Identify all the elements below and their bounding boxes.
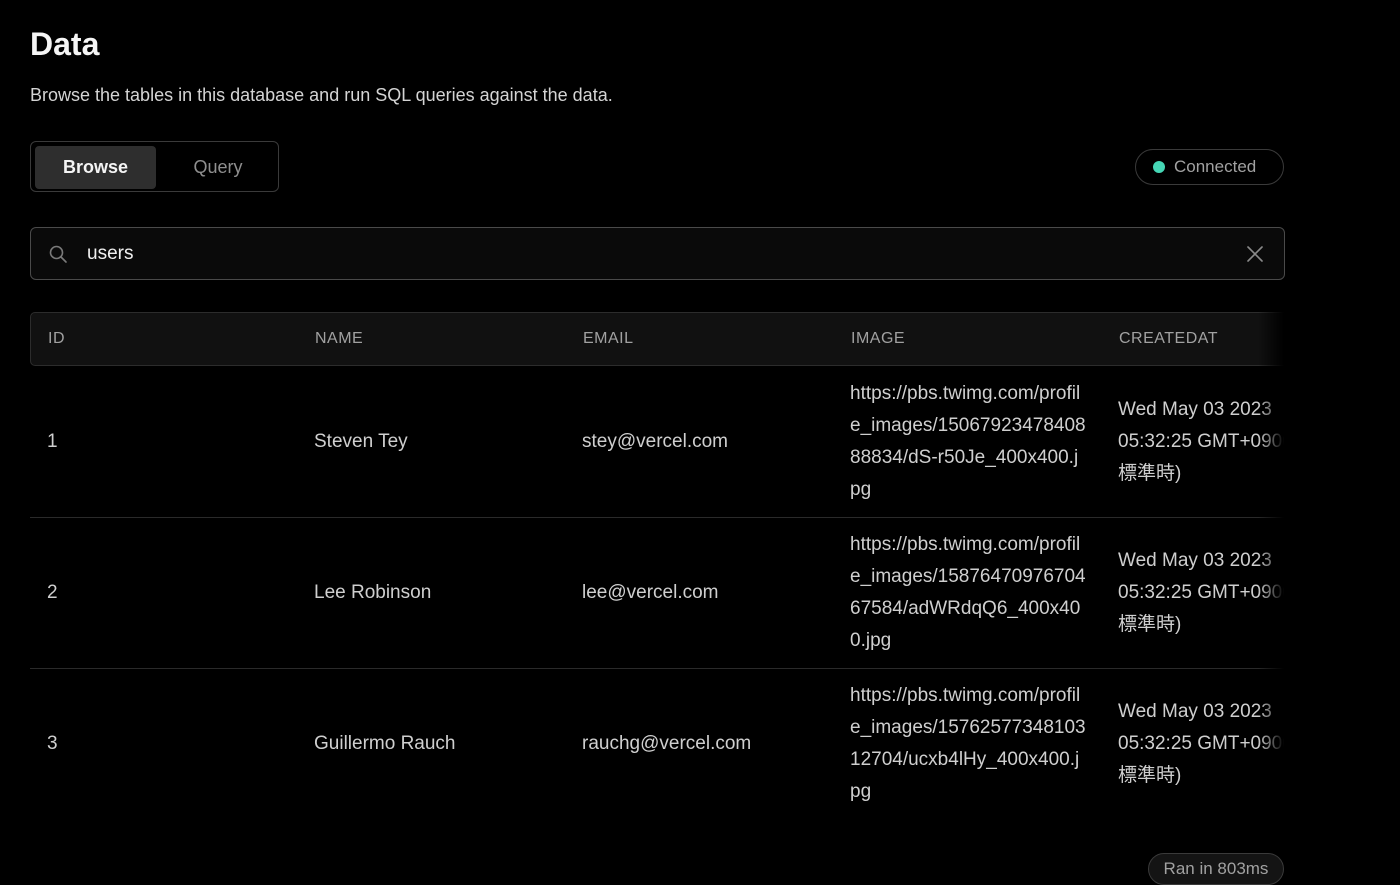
- column-header-name[interactable]: NAME: [315, 313, 363, 365]
- cell-id: 1: [47, 430, 58, 452]
- page-subtitle: Browse the tables in this database and r…: [30, 85, 613, 105]
- cell-image: https://pbs.twimg.com/profile_images/158…: [850, 533, 1086, 651]
- cell-email: rauchg@vercel.com: [582, 732, 752, 754]
- data-table: ID NAME EMAIL IMAGE CREATEDAT 1 Steven T…: [30, 312, 1284, 817]
- tab-query[interactable]: Query: [160, 146, 276, 189]
- tab-browse[interactable]: Browse: [35, 146, 156, 189]
- cell-name: Steven Tey: [314, 430, 408, 452]
- cell-id: 3: [47, 732, 58, 754]
- table-row[interactable]: 1 Steven Tey stey@vercel.com https://pbs…: [30, 366, 1284, 518]
- search-input[interactable]: [87, 229, 1227, 278]
- cell-createdat: Wed May 03 2023 05:32:25 GMT+0900 (日本 標準…: [1118, 549, 1284, 635]
- cell-email: stey@vercel.com: [582, 430, 728, 452]
- page-title: Data: [30, 26, 100, 62]
- column-header-image[interactable]: IMAGE: [851, 313, 905, 365]
- table-header: ID NAME EMAIL IMAGE CREATEDAT: [30, 312, 1284, 366]
- cell-image: https://pbs.twimg.com/profile_images/157…: [850, 684, 1086, 802]
- cell-email: lee@vercel.com: [582, 581, 719, 603]
- table-row[interactable]: 2 Lee Robinson lee@vercel.com https://pb…: [30, 517, 1284, 669]
- cell-createdat: Wed May 03 2023 05:32:25 GMT+0900 (日本 標準…: [1118, 398, 1284, 484]
- search-icon: [49, 245, 67, 263]
- column-header-email[interactable]: EMAIL: [583, 313, 634, 365]
- cell-name: Lee Robinson: [314, 581, 432, 603]
- table-row[interactable]: 3 Guillermo Rauch rauchg@vercel.com http…: [30, 668, 1284, 817]
- search-box: [30, 227, 1285, 280]
- connection-status-label: Connected: [1174, 157, 1257, 176]
- cell-id: 2: [47, 581, 58, 603]
- view-tabs: Browse Query: [30, 141, 279, 192]
- cell-createdat: Wed May 03 2023 05:32:25 GMT+0900 (日本 標準…: [1118, 700, 1284, 786]
- connection-status-badge: Connected: [1135, 149, 1284, 185]
- query-timing-badge: Ran in 803ms: [1148, 853, 1284, 885]
- close-icon[interactable]: [1245, 244, 1265, 264]
- cell-name: Guillermo Rauch: [314, 732, 456, 754]
- cell-image: https://pbs.twimg.com/profile_images/150…: [850, 382, 1086, 500]
- column-header-id[interactable]: ID: [48, 313, 65, 365]
- column-header-createdat[interactable]: CREATEDAT: [1119, 313, 1218, 365]
- status-dot-icon: [1153, 161, 1165, 173]
